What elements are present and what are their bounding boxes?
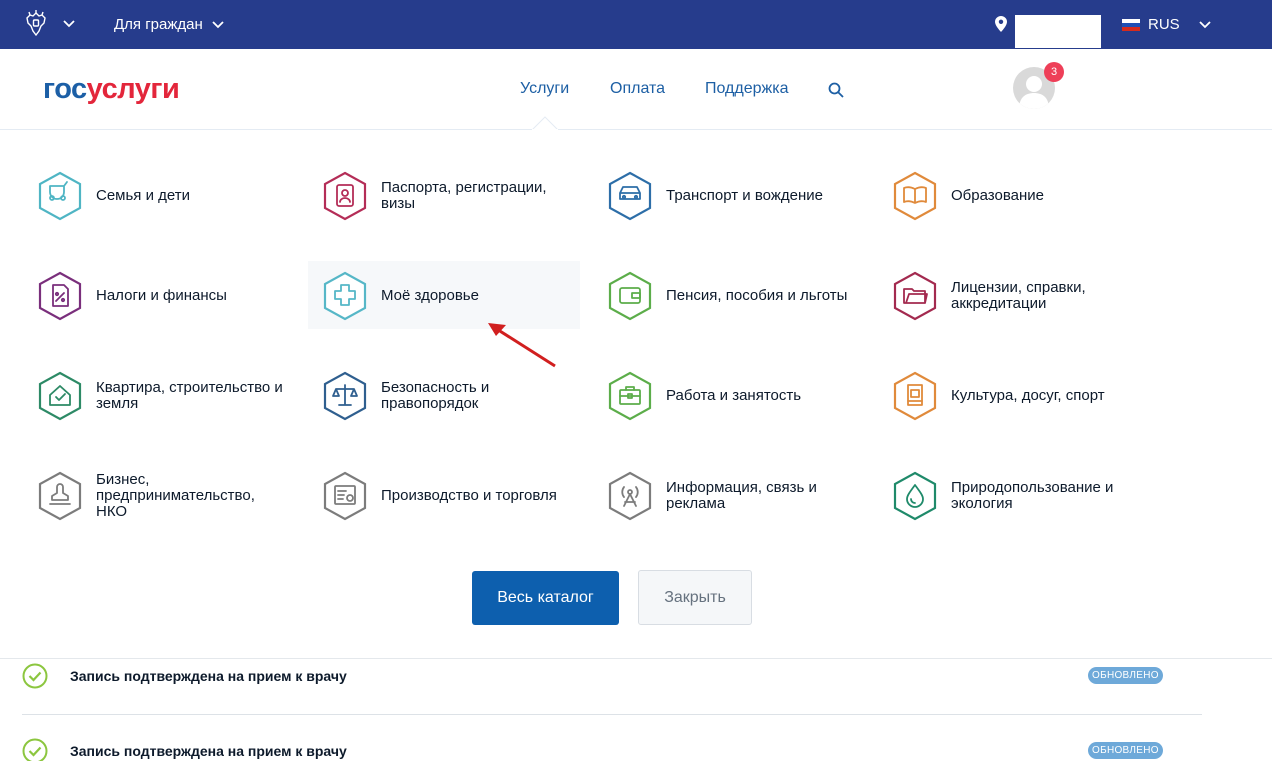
divider <box>22 714 1202 715</box>
antenna-icon <box>608 471 652 521</box>
stroller-icon <box>38 171 82 221</box>
certificate-icon <box>323 471 367 521</box>
gosuslugi-logo[interactable]: госуслуги <box>43 71 180 107</box>
medical-cross-icon <box>323 271 367 321</box>
audience-label: Для граждан <box>114 16 203 33</box>
water-drop-icon <box>893 471 937 521</box>
nav-support[interactable]: Поддержка <box>705 80 788 98</box>
annotation-arrow <box>488 323 556 368</box>
passport-icon <box>323 171 367 221</box>
catalog-item[interactable]: Безопасность и правопорядок <box>321 371 571 421</box>
catalog-item-label: Безопасность и правопорядок <box>381 379 490 412</box>
folder-icon <box>893 271 937 321</box>
notifications-badge[interactable]: 3 <box>1044 62 1064 82</box>
catalog-item[interactable]: Работа и занятость <box>606 371 856 421</box>
wallet-icon <box>608 271 652 321</box>
notification-text[interactable]: Запись подтверждена на прием к врачу <box>70 668 347 684</box>
culture-icon <box>893 371 937 421</box>
nav-payment[interactable]: Оплата <box>610 80 665 98</box>
location-field[interactable] <box>1015 15 1101 48</box>
catalog-item-label: Паспорта, регистрации, визы <box>381 179 547 212</box>
catalog-item-label: Производство и торговля <box>381 487 557 504</box>
catalog-item-label: Квартира, строительство и земля <box>96 379 283 412</box>
check-circle-icon <box>22 663 48 689</box>
russian-flag-icon <box>1122 18 1140 31</box>
catalog-item-label: Транспорт и вождение <box>666 187 823 204</box>
book-icon <box>893 171 937 221</box>
catalog-item-label: Налоги и финансы <box>96 287 227 304</box>
check-circle-icon <box>22 738 48 761</box>
catalog-item[interactable]: Семья и дети <box>36 171 286 221</box>
catalog-item-label: Образование <box>951 187 1044 204</box>
catalog-item-label: Семья и дети <box>96 187 190 204</box>
catalog-item[interactable]: Квартира, строительство и земля <box>36 371 286 421</box>
chevron-down-icon <box>212 20 224 28</box>
status-badge: ОБНОВЛЕНО <box>1088 742 1163 759</box>
audience-selector[interactable]: Для граждан <box>114 16 225 33</box>
full-catalog-button[interactable]: Весь каталог <box>472 571 619 625</box>
language-label: RUS <box>1148 16 1180 33</box>
notification-item[interactable]: Запись подтверждена на прием к врачу ОБН… <box>22 736 1202 761</box>
chevron-down-icon[interactable] <box>62 15 76 31</box>
catalog-item-label: Пенсия, пособия и льготы <box>666 287 848 304</box>
close-button[interactable]: Закрыть <box>638 570 752 625</box>
dropdown-pointer <box>532 116 558 130</box>
catalog-item[interactable]: Культура, досуг, спорт <box>891 371 1141 421</box>
stamp-icon <box>38 471 82 521</box>
coat-of-arms-icon[interactable] <box>21 9 51 39</box>
catalog-item[interactable]: Транспорт и вождение <box>606 171 856 221</box>
status-badge: ОБНОВЛЕНО <box>1088 667 1163 684</box>
catalog-item-label: Природопользование и экология <box>951 479 1114 512</box>
notification-item[interactable]: Запись подтверждена на прием к врачу ОБН… <box>22 661 1202 691</box>
main-header: госуслуги Услуги Оплата Поддержка 3 <box>0 49 1272 130</box>
catalog-item-label: Работа и занятость <box>666 387 802 404</box>
catalog-item-label: Моё здоровье <box>381 287 479 304</box>
catalog-item[interactable]: Производство и торговля <box>321 471 571 521</box>
top-bar: Для граждан RUS <box>0 0 1272 49</box>
catalog-item[interactable]: Лицензии, справки, аккредитации <box>891 271 1141 321</box>
catalog-item-label: Информация, связь и реклама <box>666 479 817 512</box>
divider <box>0 658 1272 659</box>
logo-part-gos: гос <box>43 73 87 105</box>
location-pin-icon[interactable] <box>995 16 1007 32</box>
catalog-item[interactable]: Природопользование и экология <box>891 471 1141 521</box>
catalog-item[interactable]: Образование <box>891 171 1141 221</box>
house-icon <box>38 371 82 421</box>
catalog-item-label: Бизнес, предпринимательство, НКО <box>96 471 255 520</box>
catalog-item[interactable]: Бизнес, предпринимательство, НКО <box>36 471 286 521</box>
car-icon <box>608 171 652 221</box>
notification-text[interactable]: Запись подтверждена на прием к врачу <box>70 743 347 759</box>
catalog-item[interactable]: Паспорта, регистрации, визы <box>321 171 571 221</box>
logo-part-uslugi: услуги <box>86 73 180 105</box>
catalog-item[interactable]: Пенсия, пособия и льготы <box>606 271 856 321</box>
catalog-item[interactable]: Информация, связь и реклама <box>606 471 856 521</box>
catalog-item[interactable]: Налоги и финансы <box>36 271 286 321</box>
chevron-down-icon <box>1199 20 1211 28</box>
catalog-item-label: Лицензии, справки, аккредитации <box>951 279 1086 312</box>
search-icon[interactable] <box>828 82 844 98</box>
catalog-item-label: Культура, досуг, спорт <box>951 387 1105 404</box>
tax-document-icon <box>38 271 82 321</box>
nav-services[interactable]: Услуги <box>520 80 569 98</box>
briefcase-icon <box>608 371 652 421</box>
catalog-item[interactable]: Моё здоровье <box>321 271 571 321</box>
language-selector[interactable]: RUS <box>1122 16 1212 33</box>
scales-icon <box>323 371 367 421</box>
